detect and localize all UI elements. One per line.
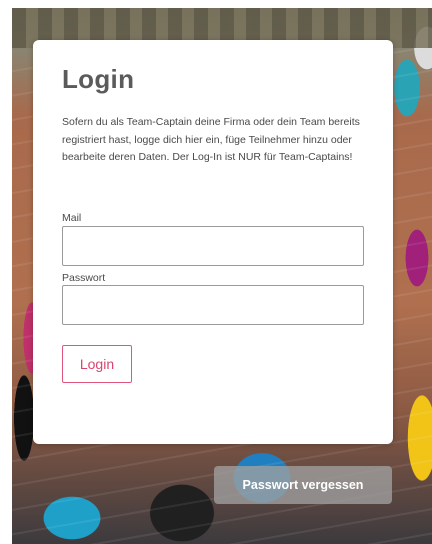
login-button[interactable]: Login: [62, 345, 132, 383]
login-card: Login Sofern du als Team-Captain deine F…: [33, 40, 393, 444]
login-title: Login: [62, 64, 135, 94]
forgot-password-button[interactable]: Passwort vergessen: [214, 466, 392, 504]
mail-label: Mail: [62, 212, 82, 224]
password-label: Passwort: [62, 272, 106, 284]
mail-field[interactable]: [62, 226, 364, 266]
password-field[interactable]: [62, 285, 364, 325]
login-intro-text: Sofern du als Team-Captain deine Firma o…: [62, 116, 360, 163]
